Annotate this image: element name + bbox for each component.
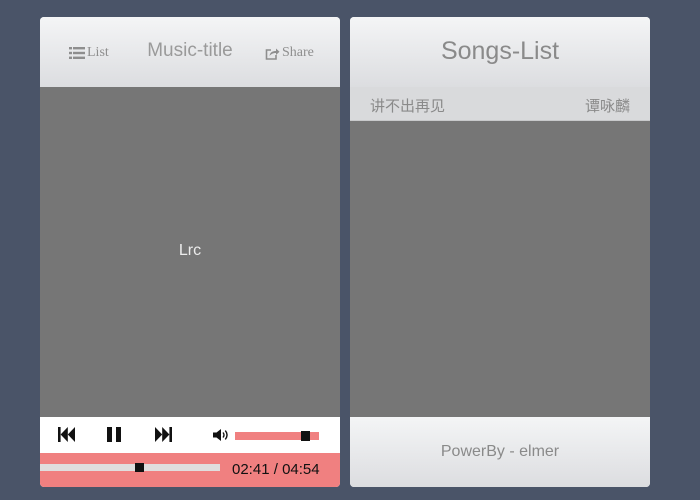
volume-slider-handle[interactable] (301, 431, 310, 441)
next-track-icon[interactable] (155, 427, 172, 442)
share-icon (265, 48, 280, 60)
share-button[interactable]: Share (265, 45, 314, 61)
songs-list-footer: PowerBy - elmer (350, 417, 650, 487)
time-separator: / (269, 461, 283, 478)
pause-icon[interactable] (107, 427, 121, 442)
volume-icon[interactable] (213, 429, 230, 441)
current-time: 02:41 (232, 461, 270, 478)
volume-slider[interactable] (235, 431, 319, 441)
seek-slider-handle[interactable] (135, 463, 144, 472)
lyrics-area: Lrc (40, 87, 340, 417)
lyrics-text: Lrc (178, 242, 202, 259)
progress-bar: 02:41 / 04:54 (40, 453, 340, 487)
songs-list-body (350, 121, 650, 417)
songs-list-panel: Songs-List 讲不出再见 谭咏麟 PowerBy - elmer (350, 17, 650, 487)
song-artist: 谭咏麟 (584, 98, 630, 115)
total-time: 04:54 (282, 461, 320, 478)
seek-slider[interactable] (40, 463, 220, 472)
songs-list-header: Songs-List (350, 17, 650, 87)
songs-list-title: Songs-List (440, 37, 560, 65)
music-player-panel: List Music-title Share Lrc 02:41 / 04:54 (40, 17, 340, 487)
song-list-item[interactable]: 讲不出再见 谭咏麟 (350, 87, 650, 121)
powered-by-text: PowerBy - elmer (440, 443, 560, 460)
player-header: List Music-title Share (40, 17, 340, 87)
share-button-label: Share (282, 45, 314, 60)
time-display: 02:41 / 04:54 (232, 461, 320, 478)
player-controls (40, 417, 340, 453)
previous-track-icon[interactable] (58, 427, 75, 442)
song-name: 讲不出再见 (370, 98, 446, 115)
